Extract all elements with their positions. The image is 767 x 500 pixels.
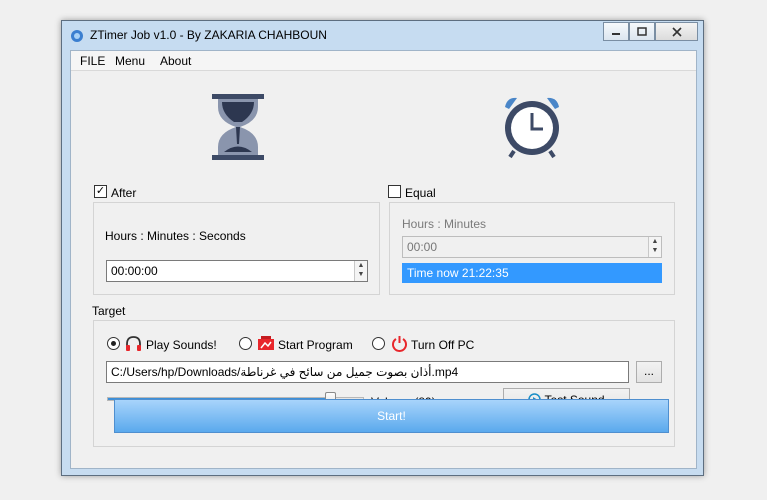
start-program-radio[interactable] [239, 337, 252, 350]
after-format-label: Hours : Minutes : Seconds [105, 229, 246, 243]
close-icon [671, 26, 682, 37]
equal-spinner[interactable]: ▲ ▼ [648, 237, 661, 257]
equal-group: Hours : Minutes 00:00 ▲ ▼ Time now 21:22:… [389, 202, 675, 295]
time-now-text: Time now 21:22:35 [407, 266, 509, 280]
menu-menu[interactable]: Menu [115, 54, 145, 68]
start-button[interactable]: Start! [114, 399, 669, 433]
hourglass-icon [212, 94, 264, 160]
equal-label: Equal [405, 186, 436, 200]
file-path-input[interactable]: C:/Users/hp/Downloads/أذان بصوت جميل من … [106, 361, 629, 383]
minimize-icon [612, 32, 620, 35]
menu-about[interactable]: About [160, 54, 191, 68]
after-time-value: 00:00:00 [111, 264, 158, 278]
program-icon [258, 336, 274, 350]
browse-button[interactable]: ... [636, 361, 662, 383]
client-area: FILE Menu About ✓ After Hours : Minutes … [70, 50, 697, 469]
alarm-clock-icon [505, 97, 559, 159]
equal-checkbox[interactable] [388, 185, 401, 198]
equal-time-value: 00:00 [407, 240, 438, 254]
after-checkbox[interactable]: ✓ [94, 185, 107, 198]
start-program-label: Start Program [278, 338, 353, 352]
time-now-bar: Time now 21:22:35 [402, 263, 662, 283]
close-button[interactable] [655, 22, 698, 41]
turn-off-radio[interactable] [372, 337, 385, 350]
after-time-input[interactable]: 00:00:00 ▲ ▼ [106, 260, 368, 282]
menu-bar: FILE Menu About [71, 51, 696, 71]
app-window: ZTimer Job v1.0 - By ZAKARIA CHAHBOUN FI… [61, 20, 704, 476]
app-icon [71, 30, 83, 42]
power-icon [392, 336, 407, 352]
window-title: ZTimer Job v1.0 - By ZAKARIA CHAHBOUN [90, 28, 327, 42]
target-label: Target [92, 304, 126, 318]
after-label: After [111, 186, 137, 200]
headphones-icon [126, 336, 141, 351]
after-group: Hours : Minutes : Seconds 00:00:00 ▲ ▼ [93, 202, 380, 295]
maximize-button[interactable] [629, 22, 655, 41]
menu-file[interactable]: FILE [80, 54, 105, 68]
after-spinner[interactable]: ▲ ▼ [354, 261, 367, 281]
play-sounds-radio[interactable] [107, 337, 120, 350]
equal-time-input[interactable]: 00:00 ▲ ▼ [402, 236, 662, 258]
play-sounds-label: Play Sounds! [146, 338, 217, 352]
maximize-icon [637, 27, 647, 36]
file-path-value: C:/Users/hp/Downloads/أذان بصوت جميل من … [111, 365, 459, 379]
minimize-button[interactable] [603, 22, 629, 41]
title-bar[interactable]: ZTimer Job v1.0 - By ZAKARIA CHAHBOUN [62, 21, 703, 50]
equal-format-label: Hours : Minutes [402, 217, 487, 231]
turn-off-label: Turn Off PC [411, 338, 475, 352]
window-controls [603, 22, 698, 42]
